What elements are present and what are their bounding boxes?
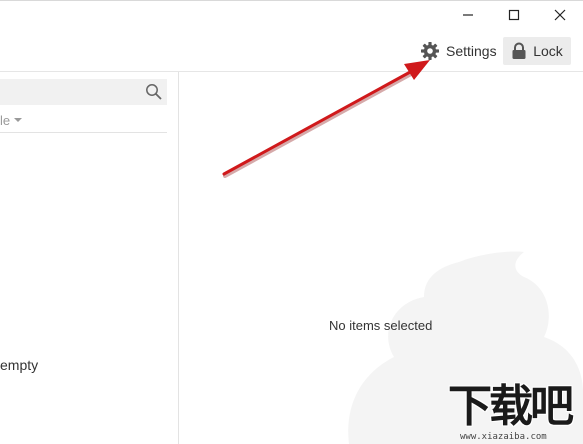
no-items-message: No items selected: [329, 318, 433, 333]
filter-label: le: [0, 112, 11, 128]
window-top-border: [0, 0, 583, 1]
empty-list-text: empty: [0, 357, 39, 373]
lock-icon: [512, 42, 526, 59]
gear-icon: [421, 42, 439, 60]
filter-dropdown[interactable]: le: [0, 111, 23, 129]
caret-down-icon: [14, 118, 23, 122]
close-button[interactable]: [540, 2, 580, 28]
filter-divider: [0, 132, 167, 133]
close-icon: [554, 9, 566, 21]
search-input[interactable]: [0, 79, 167, 105]
lock-button[interactable]: Lock: [503, 37, 571, 65]
search-icon[interactable]: [145, 83, 163, 106]
site-logo: 下载吧: [448, 381, 574, 432]
site-logo-url: www.xiazaiba.com: [460, 432, 547, 442]
minimize-button[interactable]: [448, 2, 488, 28]
maximize-button[interactable]: [494, 2, 534, 28]
settings-label: Settings: [446, 43, 497, 59]
item-list-pane: [0, 72, 178, 444]
maximize-icon: [508, 9, 520, 21]
lock-label: Lock: [533, 43, 563, 59]
minimize-icon: [463, 14, 473, 16]
settings-button[interactable]: Settings: [416, 38, 503, 64]
